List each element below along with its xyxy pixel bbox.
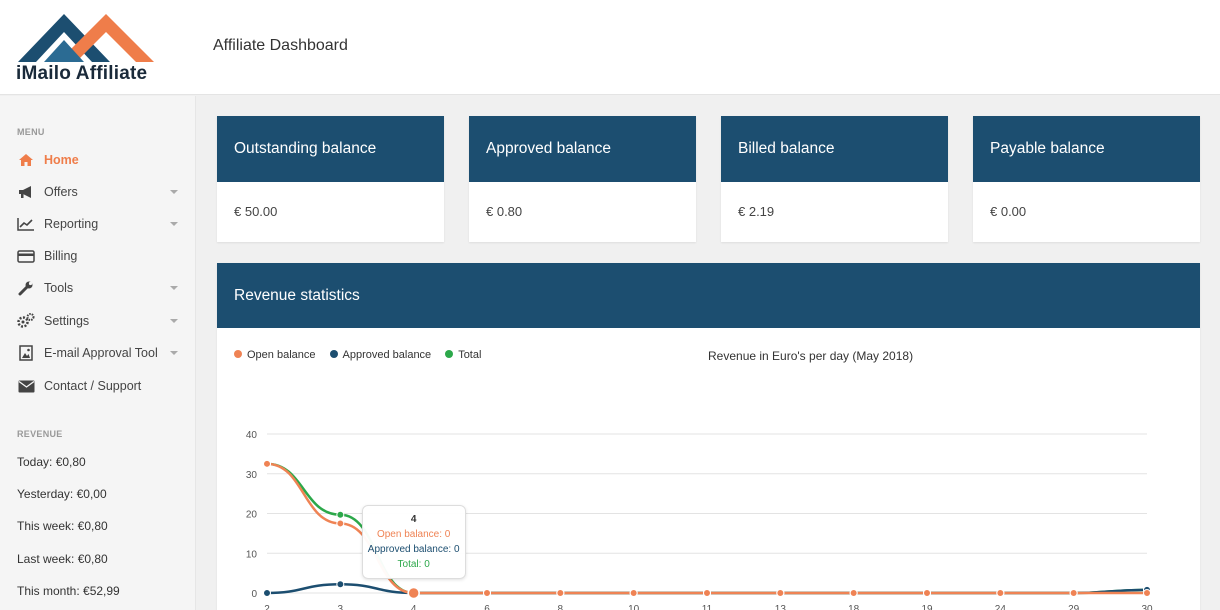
- hover-point: [407, 586, 420, 600]
- home-icon: [17, 152, 35, 168]
- logo[interactable]: iMailo Affiliate: [14, 10, 159, 85]
- line-chart-icon: [17, 216, 35, 232]
- data-point: [996, 589, 1005, 597]
- chevron-down-icon: [170, 222, 178, 226]
- data-point: [263, 459, 271, 468]
- sidebar-item-offers[interactable]: Offers: [0, 178, 196, 206]
- chevron-down-icon: [170, 351, 178, 355]
- revenue-statistics-panel: Revenue statistics Open balance Approved…: [217, 263, 1200, 610]
- tooltip-approved-balance: Approved balance: 0: [367, 544, 460, 555]
- chevron-down-icon: [170, 190, 178, 194]
- revenue-yesterday: Yesterday: €0,00: [17, 487, 107, 501]
- billed-balance-card: Billed balance € 2.19: [721, 116, 948, 242]
- envelope-icon: [17, 378, 35, 394]
- card-title: Approved balance: [469, 116, 696, 182]
- data-point: [263, 589, 271, 597]
- sidebar-item-tools[interactable]: Tools: [0, 274, 196, 302]
- revenue-last-week: Last week: €0,80: [17, 552, 108, 566]
- revenue-section-label: REVENUE: [17, 429, 63, 439]
- tooltip-title: 4: [410, 514, 417, 525]
- x-tick-label: 10: [628, 604, 640, 610]
- tooltip-open-balance: Open balance: 0: [376, 529, 451, 540]
- card-value: € 50.00: [234, 204, 278, 219]
- tooltip-total: Total: 0: [397, 559, 430, 570]
- card-title: Billed balance: [721, 116, 948, 182]
- logo-mark-icon: [18, 14, 154, 62]
- x-tick-label: 3: [338, 604, 344, 610]
- x-tick-label: 6: [484, 604, 490, 610]
- data-point: [776, 589, 785, 597]
- y-tick-label: 40: [246, 430, 258, 441]
- revenue-this-month: This month: €52,99: [17, 584, 120, 598]
- card-title: Outstanding balance: [217, 116, 444, 182]
- chart-tooltip: 4 Open balance: 0 Approved balance: 0 To…: [361, 505, 466, 579]
- data-point: [923, 589, 931, 597]
- top-bar: iMailo Affiliate Affiliate Dashboard: [0, 0, 1220, 95]
- data-point: [336, 580, 345, 589]
- sidebar-item-label: Settings: [44, 314, 90, 328]
- sidebar-item-home[interactable]: Home: [0, 146, 196, 174]
- x-tick-label: 4: [411, 604, 417, 610]
- page-title: Affiliate Dashboard: [213, 37, 348, 54]
- credit-card-icon: [17, 248, 35, 264]
- card-value: € 0.00: [990, 204, 1027, 219]
- x-tick-label: 13: [775, 604, 787, 610]
- megaphone-icon: [17, 184, 35, 200]
- sidebar-item-label: Offers: [44, 185, 78, 199]
- card-value: € 0.80: [486, 204, 523, 219]
- sidebar-item-label: E-mail Approval Tool: [44, 346, 158, 360]
- sidebar-item-billing[interactable]: Billing: [0, 242, 196, 270]
- sidebar-item-contact-support[interactable]: Contact / Support: [0, 372, 196, 400]
- data-point: [483, 589, 491, 597]
- wrench-icon: [17, 280, 35, 296]
- data-point: [336, 519, 345, 528]
- x-tick-label: 24: [995, 604, 1007, 610]
- menu-section-label: MENU: [17, 127, 45, 137]
- chevron-down-icon: [170, 319, 178, 323]
- data-point: [336, 510, 345, 519]
- sidebar-item-label: Contact / Support: [44, 379, 142, 393]
- data-point: [1143, 589, 1151, 597]
- sidebar-item-reporting[interactable]: Reporting: [0, 210, 196, 238]
- sidebar-item-label: Billing: [44, 249, 78, 263]
- image-icon: [17, 345, 35, 361]
- logo-text: iMailo Affiliate: [16, 63, 148, 84]
- sidebar-item-label: Home: [44, 153, 79, 167]
- sidebar-item-label: Reporting: [44, 217, 99, 231]
- x-tick-label: 19: [921, 604, 933, 610]
- x-tick-label: 30: [1141, 604, 1153, 610]
- x-tick-label: 2: [264, 604, 270, 610]
- sidebar-item-settings[interactable]: Settings: [0, 307, 196, 335]
- sidebar-item-email-approval-tool[interactable]: E-mail Approval Tool: [0, 339, 196, 367]
- x-tick-label: 8: [558, 604, 564, 610]
- x-tick-label: 11: [702, 604, 713, 610]
- payable-balance-card: Payable balance € 0.00: [973, 116, 1200, 242]
- data-point: [556, 589, 565, 597]
- card-title: Payable balance: [973, 116, 1200, 182]
- card-value: € 2.19: [738, 204, 775, 219]
- data-point: [703, 589, 711, 597]
- data-point: [629, 589, 638, 597]
- data-point: [849, 589, 858, 597]
- y-tick-label: 0: [251, 589, 257, 600]
- y-tick-label: 30: [246, 470, 258, 481]
- revenue-today: Today: €0,80: [17, 455, 86, 469]
- x-tick-label: 29: [1068, 604, 1080, 610]
- outstanding-balance-card: Outstanding balance € 50.00: [217, 116, 444, 242]
- sidebar-item-label: Tools: [44, 281, 74, 295]
- gears-icon: [17, 313, 35, 329]
- revenue-this-week: This week: €0,80: [17, 519, 108, 533]
- y-tick-label: 10: [246, 549, 258, 560]
- data-point: [1069, 589, 1078, 597]
- approved-balance-card: Approved balance € 0.80: [469, 116, 696, 242]
- y-tick-label: 20: [246, 510, 258, 521]
- sidebar: MENU Home Offers Reporting Billing Tools: [0, 96, 196, 610]
- x-tick-label: 18: [848, 604, 860, 610]
- chevron-down-icon: [170, 286, 178, 290]
